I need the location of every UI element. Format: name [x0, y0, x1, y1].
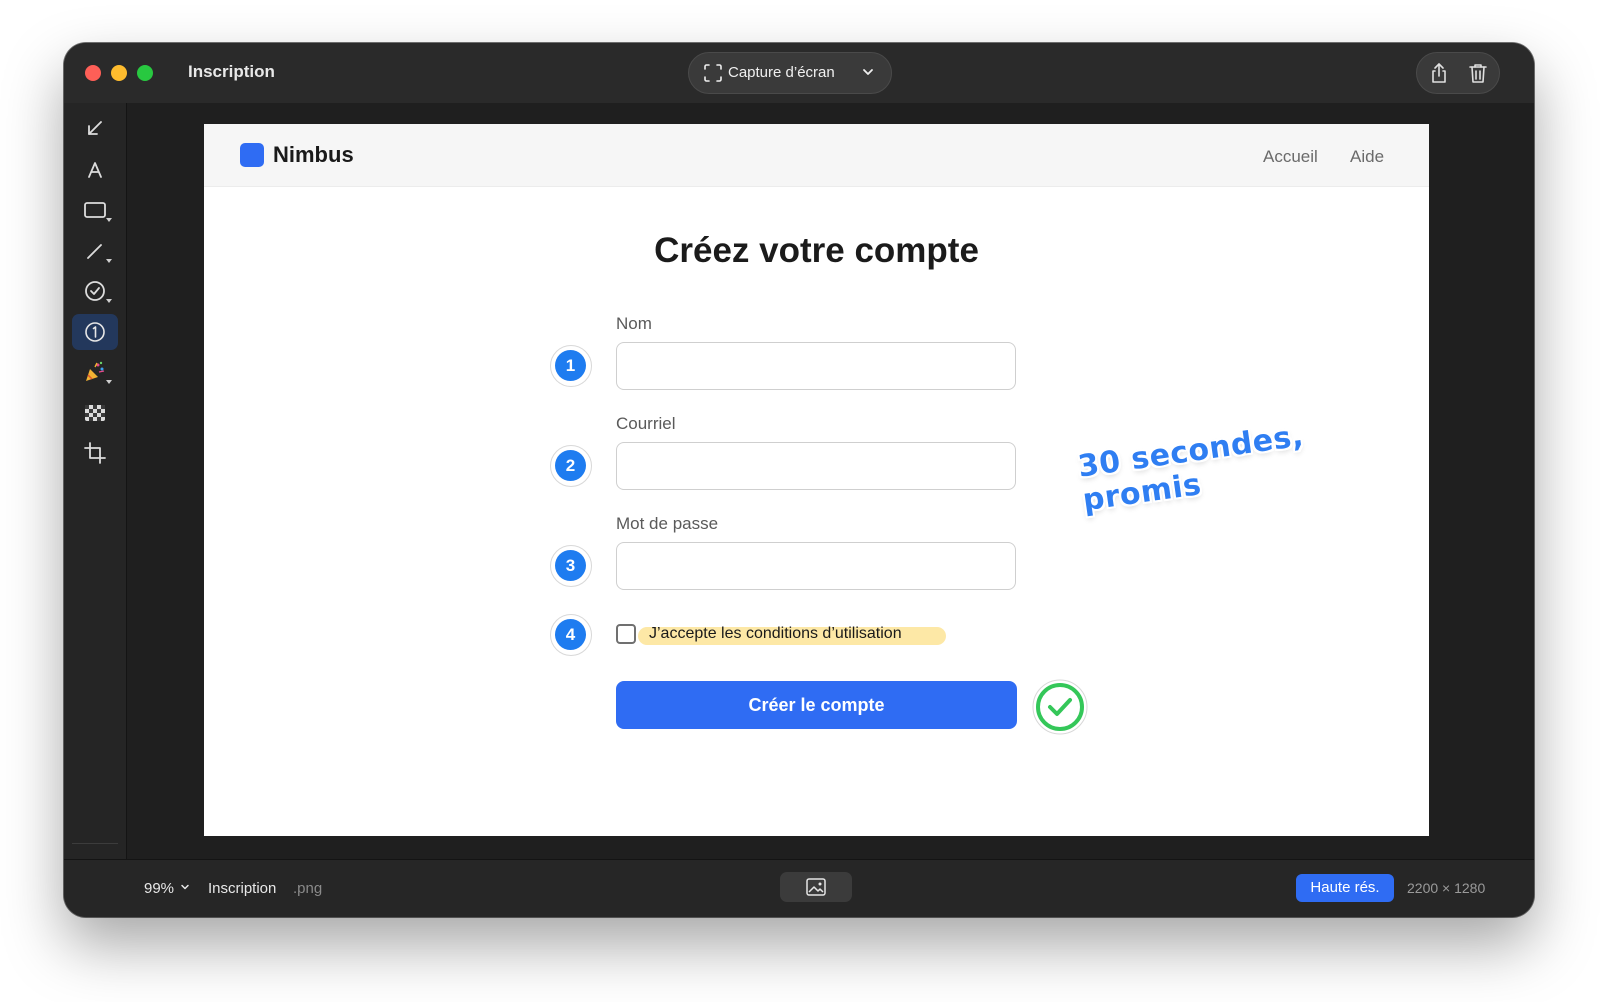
- minimize-window-button[interactable]: [111, 65, 127, 81]
- field-label-courriel: Courriel: [616, 414, 676, 433]
- terms-checkbox[interactable]: [616, 624, 636, 644]
- site-navbar: Nimbus Accueil Aide: [204, 124, 1429, 187]
- rectangle-tool[interactable]: [72, 192, 118, 228]
- email-field[interactable]: [616, 442, 1016, 490]
- image-format-button[interactable]: [780, 872, 852, 902]
- title-bar: Inscription Capture d’écran: [64, 43, 1534, 104]
- pixelate-tool[interactable]: [72, 395, 118, 431]
- crop-icon: [84, 442, 106, 464]
- party-popper-icon: [86, 361, 105, 381]
- crop-tool[interactable]: [72, 435, 118, 471]
- field-label-mot-de-passe: Mot de passe: [616, 514, 719, 533]
- site-brand: Nimbus: [273, 142, 354, 167]
- capture-mode-dropdown[interactable]: Capture d’écran: [688, 52, 892, 94]
- step-badge-3: 3: [550, 545, 592, 587]
- options-indicator: [106, 218, 112, 222]
- badge-number: 2: [555, 450, 586, 481]
- screenshot-editor-window: Inscription Capture d’écran Nimbus Accue…: [64, 43, 1534, 917]
- field-label-nom: Nom: [616, 314, 652, 333]
- password-field[interactable]: [616, 542, 1016, 590]
- checkmark-circle-icon: [85, 281, 105, 301]
- step-badge-4: 4: [550, 614, 592, 656]
- name-field[interactable]: [616, 342, 1016, 390]
- nimbus-logo-icon: [240, 143, 264, 167]
- image-dimensions: 2200 × 1280: [1407, 880, 1486, 896]
- chevron-down-icon[interactable]: [180, 882, 190, 892]
- trash-icon[interactable]: [1467, 62, 1489, 84]
- chevron-down-icon: [863, 69, 873, 75]
- tools-sidebar: [64, 103, 127, 917]
- nav-link-accueil[interactable]: Accueil: [1263, 147, 1318, 167]
- image-icon: [806, 878, 826, 896]
- options-indicator: [106, 380, 112, 384]
- title-actions-group: [1416, 52, 1500, 94]
- confetti-tool[interactable]: [72, 354, 118, 390]
- counter-tool[interactable]: [72, 314, 118, 350]
- sticker-text-annotation: 30 secondes, promis: [1076, 418, 1310, 518]
- window-title: Inscription: [188, 62, 275, 81]
- file-name[interactable]: Inscription: [208, 880, 276, 897]
- close-window-button[interactable]: [85, 65, 101, 81]
- nav-link-aide[interactable]: Aide: [1350, 147, 1384, 167]
- text-tool[interactable]: [72, 152, 118, 188]
- terms-checkbox-label[interactable]: J’accepte les conditions d’utilisation: [649, 625, 902, 643]
- file-extension: .png: [293, 880, 323, 897]
- checker-icon: [85, 405, 105, 421]
- capture-mode-label: Capture d’écran: [728, 64, 835, 81]
- badge-number: 4: [555, 619, 586, 650]
- arrow-down-left-icon: [88, 121, 102, 135]
- sidebar-divider: [72, 843, 118, 844]
- screenshot-frame-icon: [704, 64, 722, 82]
- checkmark-tool[interactable]: [72, 273, 118, 309]
- numbered-circle-icon: [85, 322, 105, 342]
- editor-canvas: Nimbus Accueil Aide Créez votre compte N…: [127, 103, 1534, 859]
- pen-icon: [87, 244, 102, 259]
- options-indicator: [106, 299, 112, 303]
- text-icon: [88, 162, 102, 178]
- status-bar: 99% Inscription .png Haute rés. 2200 × 1…: [64, 859, 1534, 917]
- pen-tool[interactable]: [72, 233, 118, 269]
- share-icon[interactable]: [1428, 62, 1450, 84]
- page-title: Créez votre compte: [654, 231, 979, 270]
- step-badge-1: 1: [550, 345, 592, 387]
- high-resolution-button[interactable]: Haute rés.: [1296, 874, 1394, 902]
- badge-number: 1: [555, 350, 586, 381]
- step-badge-2: 2: [550, 445, 592, 487]
- options-indicator: [106, 259, 112, 263]
- badge-number: 3: [555, 550, 586, 581]
- rectangle-icon: [84, 202, 106, 218]
- captured-page: Nimbus Accueil Aide Créez votre compte N…: [204, 124, 1429, 836]
- create-account-button[interactable]: Créer le compte: [616, 681, 1017, 729]
- zoom-window-button[interactable]: [137, 65, 153, 81]
- arrow-tool[interactable]: [72, 111, 118, 147]
- zoom-level[interactable]: 99%: [144, 880, 174, 897]
- checkmark-annotation-icon: [1032, 679, 1088, 735]
